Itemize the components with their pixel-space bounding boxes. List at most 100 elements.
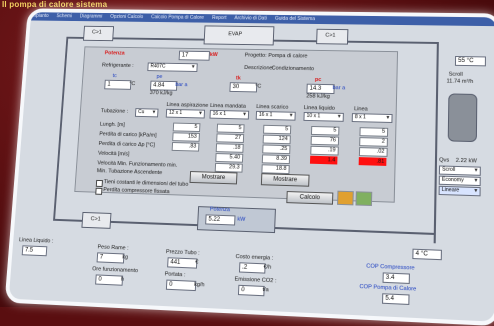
- costo-input[interactable]: .2: [239, 262, 266, 273]
- chevron-down-icon: ▼: [151, 109, 156, 116]
- tubazione-select[interactable]: Cu ▼: [135, 108, 159, 117]
- mostrare-button[interactable]: Mostrare: [261, 173, 310, 187]
- tc-unit: °C: [129, 81, 135, 87]
- application-window: Impianto Schemi Diagrammi Opzioni Calcol…: [5, 8, 494, 326]
- fixed-loss-label: Perdita compressore fissata: [103, 187, 170, 195]
- ore-label: Ore funzionamento: [92, 266, 138, 274]
- pc-label: pc: [315, 77, 322, 83]
- mode-select[interactable]: Economy ▼: [439, 176, 481, 186]
- he-value: 370 kJ/kg: [150, 90, 173, 96]
- select-value: Scroll: [442, 167, 455, 173]
- tk-label: tk: [236, 76, 241, 82]
- component-right[interactable]: C>1: [316, 29, 348, 45]
- cop-heatpump-label: COP Pompa di Calore: [359, 284, 416, 293]
- potenza-unit: kW: [210, 52, 218, 58]
- table-cell[interactable]: 5: [263, 125, 291, 135]
- peso-input[interactable]: 7: [97, 252, 125, 263]
- table-cell: 27: [216, 133, 244, 143]
- header-scarico: Linea scarico: [256, 104, 288, 111]
- portata-label: Portata :: [165, 271, 186, 278]
- size-select[interactable]: 16 x 1 ▼: [256, 111, 296, 121]
- tc-input[interactable]: 1: [104, 80, 131, 90]
- menu-item[interactable]: Opzioni Calcolo: [110, 14, 143, 20]
- select-value: Lineare: [442, 187, 460, 194]
- menu-item[interactable]: Schemi: [56, 13, 72, 19]
- pe-label: pe: [156, 74, 162, 80]
- tubazione-label: Tubazione :: [101, 108, 129, 114]
- evaporator[interactable]: EVAP: [204, 25, 275, 45]
- calcolo-button[interactable]: Calcolo: [286, 191, 333, 205]
- menu-item[interactable]: Diagrammi: [80, 14, 103, 20]
- tk-unit: °C: [255, 84, 261, 90]
- qvs-value: 2.22 kW: [456, 158, 477, 165]
- refrigerante-label: Refrigerante :: [102, 63, 134, 69]
- costo-unit: €/h: [263, 264, 271, 270]
- constant-pipe-checkbox[interactable]: [96, 180, 103, 187]
- cop-compressor-value: 3.4: [382, 272, 409, 284]
- table-cell: 1.4: [310, 156, 339, 166]
- size-select[interactable]: 16 x 1 ▼: [209, 110, 249, 120]
- hc-value: 258 kJ/kg: [306, 93, 330, 99]
- refrigerante-value: R407C: [150, 63, 165, 69]
- potenza-label: Potenza: [105, 50, 125, 56]
- page-caption: Il pompa di calore sistema: [2, 0, 107, 9]
- table-cell: 153: [172, 132, 200, 142]
- table-cell: 124: [263, 135, 291, 145]
- temp-right-top: 55 °C: [455, 56, 486, 66]
- size-value: 10 x 1: [306, 113, 320, 119]
- compressor-type-select[interactable]: Scroll ▼: [439, 165, 481, 175]
- cop-compressor-label: COP Compressore: [366, 263, 415, 271]
- evap-component[interactable]: C>1: [81, 212, 111, 229]
- linea-liquido-input[interactable]: 7.5: [22, 245, 48, 256]
- ore-input[interactable]: 0: [95, 274, 123, 285]
- table-cell: .25: [262, 144, 290, 154]
- table-cell[interactable]: 5: [359, 127, 388, 137]
- pe-input[interactable]: 4.84: [150, 81, 177, 91]
- size-select[interactable]: 10 x 1 ▼: [303, 112, 343, 122]
- size-value: 12 x 1: [169, 110, 183, 116]
- table-cell: .83: [172, 142, 200, 152]
- fixed-loss-checkbox[interactable]: [95, 188, 102, 195]
- mostrare-button[interactable]: Mostrare: [189, 171, 237, 184]
- portata-input[interactable]: 0: [166, 280, 196, 292]
- help-icon[interactable]: [355, 191, 372, 206]
- peso-unit: kg: [122, 254, 128, 260]
- tool-icon[interactable]: [337, 191, 354, 206]
- table-cell[interactable]: 5: [311, 126, 339, 136]
- center-potenza-input[interactable]: 5.22: [205, 214, 235, 225]
- table-cell: .81: [359, 157, 388, 167]
- table-cell: 76: [311, 136, 340, 146]
- refrigerante-select[interactable]: R407C ▼: [147, 62, 197, 71]
- component-right-label: C>1: [325, 33, 335, 39]
- progetto-value: Pompa di calore: [268, 53, 307, 59]
- prezzo-input[interactable]: 441: [167, 257, 197, 268]
- curve-select[interactable]: Lineare ▼: [439, 186, 481, 197]
- prezzo-unit: €: [195, 259, 198, 265]
- progetto-label: Progetto:: [245, 53, 267, 59]
- scroll-value: 11.74 m³/h: [446, 79, 473, 85]
- peso-label: Peso Rame :: [97, 244, 128, 251]
- size-select[interactable]: 8 x 1 ▼: [352, 113, 393, 123]
- potenza-input[interactable]: 17: [179, 51, 210, 61]
- table-cell[interactable]: 5: [173, 123, 201, 132]
- costo-label: Costo energia :: [235, 254, 273, 262]
- pipe-right: [434, 42, 439, 243]
- tk-input[interactable]: 30: [229, 82, 257, 92]
- evaporator-label: EVAP: [228, 31, 242, 37]
- tubazione-value: Cu: [138, 109, 145, 115]
- menu-item[interactable]: Archivio di Dati: [234, 15, 267, 21]
- menu-item[interactable]: Calcolo Pompa di Calore: [151, 14, 204, 20]
- pc-input[interactable]: 14.3: [306, 84, 334, 94]
- header-linea: Linea: [354, 106, 368, 112]
- select-value: Economy: [442, 177, 464, 184]
- size-select[interactable]: 12 x 1 ▼: [166, 109, 205, 119]
- menu-item[interactable]: Guida del Sistema: [275, 16, 315, 22]
- component-left[interactable]: C>1: [83, 26, 114, 41]
- menu-item[interactable]: Impianto: [31, 13, 49, 19]
- compressor-icon[interactable]: [448, 93, 478, 142]
- chevron-down-icon: ▼: [473, 167, 478, 174]
- evap-label: C>1: [91, 216, 101, 222]
- menu-item[interactable]: Report: [212, 15, 227, 21]
- emissione-input[interactable]: 0: [238, 285, 265, 296]
- table-cell[interactable]: 5: [217, 124, 245, 133]
